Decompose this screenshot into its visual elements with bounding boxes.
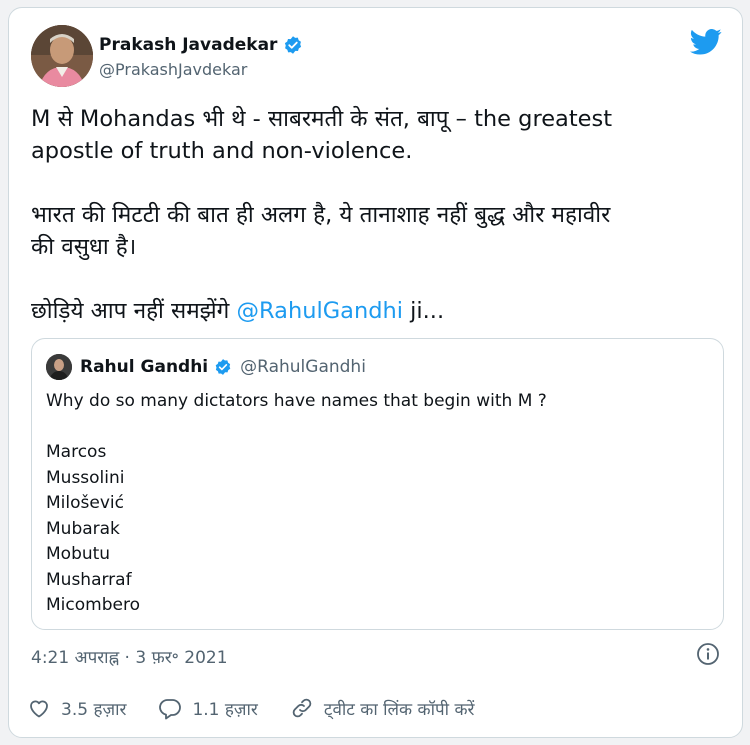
author-avatar[interactable] <box>31 25 93 87</box>
dictator-name: Musharraf <box>46 569 132 590</box>
like-button[interactable]: 3.5 हज़ार <box>27 696 126 720</box>
like-count: 3.5 हज़ार <box>61 699 127 720</box>
tweet-text-line: की वसुधा है। <box>31 234 137 260</box>
tweet-text-line: भारत की मिटटी की बात ही अलग है, ये तानाश… <box>31 202 611 228</box>
quoted-tweet[interactable]: Rahul Gandhi @RahulGandhi Why do so many… <box>31 338 724 630</box>
dictator-name: Milošević <box>46 493 124 513</box>
dictator-name: Mussolini <box>46 467 125 488</box>
quoted-text-line: Why do so many dictators have names that… <box>46 391 547 411</box>
quoted-author-handle: @RahulGandhi <box>240 357 366 377</box>
quoted-author-name-text: Rahul Gandhi <box>80 357 209 377</box>
dictator-name: Mobutu <box>46 544 111 564</box>
tweet-text-line: M से Mohandas भी थे - साबरमती के संत, बा… <box>31 106 613 132</box>
info-icon[interactable] <box>696 642 720 666</box>
author-name-text: Prakash Javadekar <box>99 35 278 55</box>
quoted-tweet-text: Why do so many dictators have names that… <box>46 389 547 619</box>
tweet-actions: 3.5 हज़ार 1.1 हज़ार ट्वीट का लिंक कॉपी क… <box>27 696 506 720</box>
quoted-author-avatar <box>46 354 72 380</box>
verified-badge-icon <box>285 36 302 54</box>
tweet-card: Prakash Javadekar @PrakashJavdekar M से … <box>8 7 743 738</box>
tweet-text-segment: छोड़िये आप नहीं समझेंगे <box>31 298 237 324</box>
author-name[interactable]: Prakash Javadekar <box>99 35 303 55</box>
author-handle[interactable]: @PrakashJavdekar <box>99 60 247 79</box>
copy-link-label: ट्वीट का लिंक कॉपी करें <box>323 699 475 720</box>
mention-link[interactable]: @RahulGandhi <box>237 298 403 324</box>
quoted-author-name: Rahul Gandhi @RahulGandhi <box>80 357 366 377</box>
tweet-text: M से Mohandas भी थे - साबरमती के संत, बा… <box>31 103 721 327</box>
tweet-text-line: छोड़िये आप नहीं समझेंगे @RahulGandhi ji.… <box>31 295 721 327</box>
reply-bubble-icon <box>159 699 182 720</box>
reply-button[interactable]: 1.1 हज़ार <box>158 696 258 720</box>
verified-badge-icon <box>215 359 231 375</box>
tweet-timestamp[interactable]: 4:21 अपराह्न · 3 फ़र॰ 2021 <box>31 645 228 668</box>
tweet-text-line: apostle of truth and non-violence. <box>31 138 413 164</box>
link-icon <box>292 698 312 718</box>
tweet-text-segment: ji... <box>403 298 445 324</box>
dictator-name: Marcos <box>46 442 107 462</box>
twitter-bird-icon[interactable] <box>690 28 722 56</box>
copy-link-button[interactable]: ट्वीट का लिंक कॉपी करें <box>290 696 475 720</box>
dictator-name: Micombero <box>46 595 140 615</box>
reply-count: 1.1 हज़ार <box>192 699 258 720</box>
heart-icon <box>30 700 48 718</box>
dictator-name: Mubarak <box>46 518 120 539</box>
